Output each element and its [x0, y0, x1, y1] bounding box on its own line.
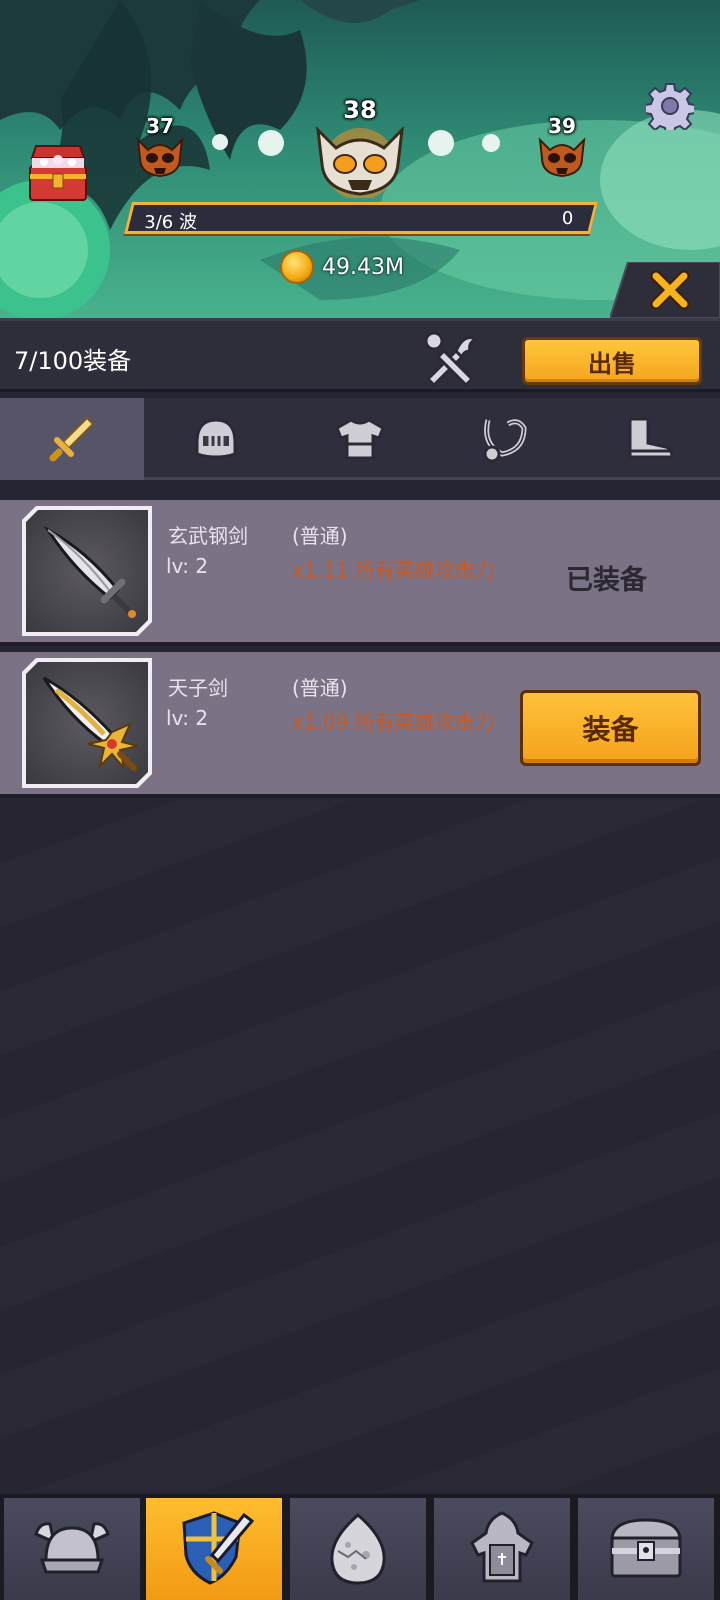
nav-equipment[interactable] [144, 1498, 284, 1600]
equipment-category-tabs [0, 398, 720, 480]
steel-sword-icon [26, 510, 148, 632]
wave-progress-text: 3/6 波 [144, 212, 197, 233]
egg-icon [330, 1513, 386, 1585]
wave-progress-bar: 3/6 波 0 [124, 202, 598, 234]
tab-necklace[interactable] [432, 398, 576, 480]
item-name: 玄武钢剑 [168, 524, 248, 548]
helmet-icon [195, 418, 237, 459]
item-bonus: x1.09 所有英雄攻击力 [292, 710, 495, 734]
nav-treasury[interactable] [576, 1498, 716, 1600]
nav-armor[interactable] [432, 1498, 572, 1600]
item-rarity: (普通) [292, 524, 348, 548]
sword-icon [49, 416, 95, 462]
game-scene: 37 38 39 3/6 波 0 49.43M [0, 0, 720, 318]
item-rarity: (普通) [292, 676, 348, 700]
treasure-chest-icon [610, 1518, 682, 1578]
nav-heroes[interactable] [2, 1498, 142, 1600]
boots-icon [628, 417, 674, 459]
tab-armor[interactable] [288, 398, 432, 480]
gold-coin-icon [280, 250, 314, 284]
stage-progress-dot [212, 134, 228, 150]
stage-current-marker: 38 [312, 98, 408, 198]
stage-current-number: 38 [343, 96, 377, 124]
close-icon [650, 270, 690, 310]
wave-kill-count: 0 [561, 208, 573, 229]
item-level: lv: 2 [166, 554, 209, 578]
equipment-item-row[interactable]: 天子剑 lv: 2 (普通) x1.09 所有英雄攻击力 装备 [0, 652, 720, 798]
tab-helmet[interactable] [144, 398, 288, 480]
equipment-item-row[interactable]: 玄武钢剑 lv: 2 (普通) x1.11 所有英雄攻击力 已装备 [0, 500, 720, 646]
sell-button[interactable]: 出售 [522, 337, 702, 385]
equip-button[interactable]: 装备 [520, 690, 701, 766]
item-thumbnail [22, 506, 152, 636]
viking-helmet-icon [34, 1522, 110, 1574]
skull-icon [136, 137, 184, 178]
shield-sword-icon [182, 1511, 254, 1585]
forge-button[interactable] [420, 329, 480, 388]
gold-amount: 49.43M [322, 254, 404, 280]
necklace-icon [483, 419, 527, 463]
inventory-count: 7/100装备 [14, 347, 132, 375]
treasure-chest-button[interactable] [24, 144, 92, 206]
settings-button[interactable] [644, 82, 696, 135]
stage-next-number: 39 [548, 114, 576, 138]
bottom-navigation [0, 1494, 720, 1600]
item-level: lv: 2 [166, 706, 209, 730]
tab-weapon[interactable] [0, 398, 144, 480]
gold-display: 49.43M [280, 250, 404, 284]
stage-next-marker: 39 [536, 116, 588, 180]
stage-progress-dot [482, 134, 500, 152]
item-name: 天子剑 [168, 676, 228, 700]
armor-icon [335, 418, 385, 460]
stage-prev-number: 37 [146, 114, 174, 138]
tab-boots[interactable] [576, 398, 720, 480]
skull-boss-icon [316, 125, 404, 198]
item-bonus: x1.11 所有英雄攻击力 [292, 558, 495, 582]
stage-progress-dot [428, 130, 454, 156]
close-panel-button[interactable] [608, 261, 720, 318]
inventory-empty-area [0, 800, 720, 1492]
nav-pets[interactable] [288, 1498, 428, 1600]
equipped-status: 已装备 [566, 565, 647, 596]
crossed-tools-icon [424, 331, 480, 388]
stage-prev-marker: 37 [134, 116, 186, 180]
gear-icon [644, 83, 696, 135]
item-thumbnail [22, 658, 152, 788]
stage-progress-dot [258, 130, 284, 156]
treasure-chest-icon [29, 145, 87, 201]
golden-sword-icon [26, 662, 148, 784]
skull-icon [538, 137, 586, 178]
knight-armor-icon [470, 1511, 534, 1583]
inventory-header: 7/100装备 出售 [0, 318, 720, 392]
